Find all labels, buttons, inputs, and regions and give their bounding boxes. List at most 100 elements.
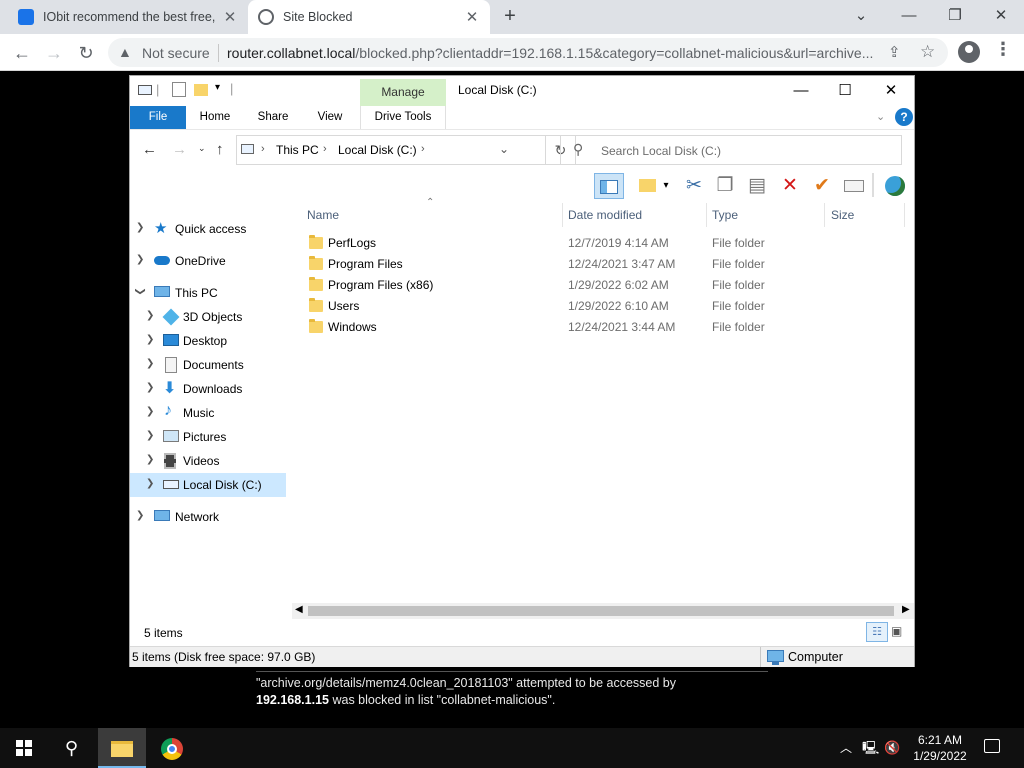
nav-quick-access[interactable]: ❯ ★ Quick access [130, 217, 286, 241]
explorer-address-bar[interactable]: › This PC › Local Disk (C:) › ⌄ [236, 135, 546, 165]
expand-ribbon-icon[interactable]: ⌄ [876, 110, 885, 123]
help-icon[interactable]: ? [895, 108, 913, 126]
rename-icon[interactable] [842, 173, 866, 199]
paste-icon[interactable]: ▤ [746, 173, 768, 199]
nav-documents[interactable]: ❯ Documents [130, 353, 286, 377]
column-divider[interactable] [904, 203, 905, 227]
forward-icon[interactable]: → [40, 39, 68, 67]
tab-view[interactable]: View [308, 106, 352, 129]
system-clock[interactable]: 6:21 AM 1/29/2022 [908, 732, 972, 764]
column-header-size[interactable]: Size [831, 208, 854, 222]
chevron-right-icon[interactable]: ❯ [146, 478, 154, 489]
new-folder-icon[interactable] [194, 84, 208, 96]
table-row[interactable]: PerfLogs 12/7/2019 4:14 AM File folder [302, 233, 902, 254]
address-bar[interactable]: ▲ Not secure router.collabnet.local/bloc… [108, 38, 948, 67]
chevron-right-icon[interactable]: › [261, 143, 265, 155]
maximize-button[interactable]: ☐ [822, 78, 868, 104]
chevron-right-icon[interactable]: ❯ [136, 222, 144, 233]
back-icon[interactable]: ← [142, 141, 157, 158]
chevron-right-icon[interactable]: ❯ [146, 334, 154, 345]
horizontal-scrollbar[interactable]: ◀ ▶ [292, 603, 914, 619]
chevron-right-icon[interactable]: ❯ [146, 358, 154, 369]
nav-local-disk[interactable]: ❯ Local Disk (C:) [130, 473, 286, 497]
nav-this-pc[interactable]: ❯ This PC [130, 281, 286, 305]
network-tray-icon[interactable]: 🖳 [862, 728, 879, 768]
close-tab-icon[interactable]: ✕ [222, 8, 238, 26]
details-view-icon[interactable]: ☷ [866, 622, 888, 642]
tab-home[interactable]: Home [192, 106, 238, 129]
security-label[interactable]: Not secure [142, 45, 210, 61]
recent-locations-icon[interactable]: ⌄ [198, 143, 206, 154]
profile-avatar-icon[interactable] [958, 41, 980, 63]
browser-restore-button[interactable]: ❐ [932, 4, 978, 28]
scroll-right-icon[interactable]: ▶ [902, 604, 910, 615]
table-row[interactable]: Windows 12/24/2021 3:44 AM File folder [302, 317, 902, 338]
checkmark-icon[interactable]: ✔ [810, 173, 834, 199]
chrome-taskbar-button[interactable] [148, 728, 196, 768]
chevron-right-icon[interactable]: ❯ [146, 454, 154, 465]
start-button[interactable] [0, 728, 48, 768]
delete-icon[interactable]: ✕ [778, 173, 802, 199]
column-header-date[interactable]: Date modified [568, 208, 642, 222]
chevron-right-icon[interactable]: ❯ [146, 310, 154, 321]
breadcrumb-local-disk[interactable]: Local Disk (C:) [338, 143, 417, 157]
scroll-left-icon[interactable]: ◀ [295, 604, 303, 615]
chevron-right-icon[interactable]: › [421, 143, 425, 155]
new-folder-icon[interactable] [636, 173, 658, 199]
chevron-down-icon[interactable]: ❯ [135, 287, 146, 295]
copy-icon[interactable]: ❐ [714, 173, 736, 199]
chevron-right-icon[interactable]: ❯ [136, 254, 144, 265]
new-tab-button[interactable]: + [499, 6, 521, 28]
browser-tab-site-blocked[interactable]: Site Blocked ✕ [248, 0, 490, 34]
close-button[interactable]: ✕ [868, 78, 914, 104]
warning-icon[interactable]: ▲ [118, 44, 132, 60]
reload-icon[interactable]: ↻ [72, 39, 100, 67]
tab-drive-tools[interactable]: Drive Tools [360, 106, 446, 129]
column-header-type[interactable]: Type [712, 208, 738, 222]
nav-network[interactable]: ❯ Network [130, 505, 286, 529]
chevron-right-icon[interactable]: ❯ [146, 430, 154, 441]
column-divider[interactable] [562, 203, 563, 227]
chevron-right-icon[interactable]: ❯ [146, 406, 154, 417]
globe-icon[interactable] [882, 173, 908, 199]
chevron-right-icon[interactable]: › [323, 143, 327, 155]
breadcrumb-this-pc[interactable]: This PC [276, 143, 319, 157]
forward-icon[interactable]: → [172, 141, 187, 158]
nav-onedrive[interactable]: ❯ OneDrive [130, 249, 286, 273]
back-icon[interactable]: ← [8, 39, 36, 67]
column-divider[interactable] [706, 203, 707, 227]
search-box[interactable]: ⚲ Search Local Disk (C:) [560, 135, 902, 165]
preview-pane-icon[interactable] [594, 173, 624, 199]
manage-contextual-tab[interactable]: Manage [360, 79, 446, 106]
table-row[interactable]: Program Files 12/24/2021 3:47 AM File fo… [302, 254, 902, 275]
tab-file[interactable]: File [130, 106, 186, 129]
up-icon[interactable]: ↑ [216, 141, 224, 158]
search-icon[interactable]: ⚲ [48, 728, 96, 768]
browser-minimize-button[interactable]: — [886, 4, 932, 28]
bookmark-star-icon[interactable]: ☆ [920, 42, 935, 62]
large-icons-view-icon[interactable]: ▣ [891, 624, 902, 638]
nav-videos[interactable]: ❯ Videos [130, 449, 286, 473]
share-icon[interactable]: ⇪ [888, 43, 901, 61]
tab-search-chevron-icon[interactable]: ⌄ [838, 4, 884, 28]
chevron-right-icon[interactable]: ❯ [136, 510, 144, 521]
nav-desktop[interactable]: ❯ Desktop [130, 329, 286, 353]
address-dropdown-icon[interactable]: ⌄ [499, 142, 509, 156]
browser-menu-icon[interactable]: ⋮ [994, 39, 1012, 60]
show-hidden-icons-chevron-icon[interactable]: ︿ [840, 728, 852, 768]
chevron-right-icon[interactable]: ❯ [146, 382, 154, 393]
nav-pictures[interactable]: ❯ Pictures [130, 425, 286, 449]
dropdown-icon[interactable]: ▾ [660, 173, 672, 199]
table-row[interactable]: Users 1/29/2022 6:10 AM File folder [302, 296, 902, 317]
qat-customize-icon[interactable]: ▾ [215, 82, 220, 93]
nav-3d-objects[interactable]: ❯ 3D Objects [130, 305, 286, 329]
cut-icon[interactable]: ✂ [683, 173, 705, 199]
close-tab-icon[interactable]: ✕ [464, 8, 480, 26]
notification-center-icon[interactable] [984, 739, 1000, 753]
scrollbar-thumb[interactable] [308, 606, 894, 616]
volume-muted-icon[interactable]: 🔇 [884, 728, 900, 768]
tab-share[interactable]: Share [250, 106, 296, 129]
nav-music[interactable]: ❯ ♪ Music [130, 401, 286, 425]
column-header-name[interactable]: Name [307, 208, 339, 222]
file-explorer-taskbar-button[interactable] [98, 728, 146, 768]
